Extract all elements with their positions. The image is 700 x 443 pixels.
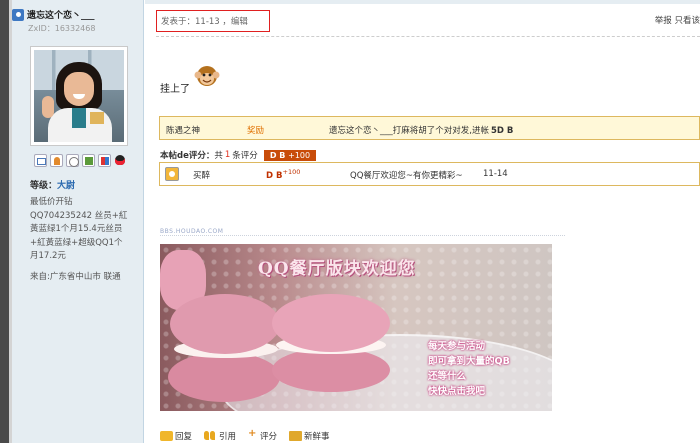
user-action-icons — [34, 154, 127, 167]
avatar-photo — [34, 50, 124, 142]
rating-badge-text: D B — [269, 150, 286, 160]
news-button[interactable]: 新鲜事 — [289, 430, 330, 442]
image-divider — [160, 235, 565, 236]
message-icon[interactable] — [34, 154, 47, 167]
rating-badge-sup: +100 — [288, 150, 311, 160]
reward-notice: 陈遇之神 奖励 遗忘这个恋丶___打麻将胡了个对对发,进帐 5D B — [159, 116, 700, 140]
reward-text: 遗忘这个恋丶___打麻将胡了个对对发,进帐 5D B — [329, 124, 513, 136]
rate-label: 评分 — [260, 432, 278, 442]
user-name-row[interactable]: 遗忘这个恋丶___ — [12, 8, 95, 21]
rater-score-value: +100 — [282, 168, 301, 176]
banner-line: 每天参与活动 — [428, 341, 486, 352]
user-zxid: ZxID：16332468 — [28, 24, 96, 33]
medal-icon[interactable] — [98, 154, 111, 167]
rater-date: 11-14 — [483, 169, 508, 179]
banner-line: 即可拿到大量的QB — [428, 356, 510, 367]
left-edge-strip — [0, 0, 12, 443]
profile-card-icon[interactable] — [82, 154, 95, 167]
news-label: 新鲜事 — [304, 432, 330, 442]
post-top-band — [145, 0, 700, 4]
post-body-text: 挂上了 — [160, 84, 190, 95]
banner-line: 快快点击我吧 — [428, 386, 486, 397]
reply-icon — [160, 431, 173, 441]
reward-giver[interactable]: 陈遇之神 — [166, 124, 200, 136]
news-icon — [289, 431, 303, 441]
quote-button[interactable]: 引用 — [204, 430, 236, 442]
avatar[interactable] — [30, 46, 128, 146]
search-icon[interactable] — [66, 154, 79, 167]
rating-prefix: 共 — [214, 151, 223, 161]
quote-label: 引用 — [219, 432, 237, 442]
reply-button[interactable]: 回复 — [160, 430, 192, 442]
rating-header: 本帖de评分： 共 1 条评分 D B +100 — [160, 149, 317, 161]
banner-text-lines: 每天参与活动 即可拿到大量的QB 还等什么 快快点击我吧 — [428, 339, 510, 399]
post-banner-image[interactable]: QQ餐厅版块欢迎您 每天参与活动 即可拿到大量的QB 还等什么 快快点击我吧 — [160, 244, 552, 411]
qq-penguin-icon[interactable] — [114, 154, 127, 167]
level-label: 等级： — [30, 181, 58, 191]
reward-label: 奖励 — [247, 126, 265, 136]
username[interactable]: 遗忘这个恋丶___ — [27, 8, 95, 21]
reply-label: 回复 — [175, 432, 193, 442]
rating-row: 买醉 D B+100 QQ餐厅欢迎您~有你更精彩~ 11-14 — [159, 162, 700, 186]
rate-button[interactable]: 评分 — [248, 428, 278, 442]
post-meta-highlight: 发表于：11-13 ，编辑 — [156, 10, 270, 32]
banner-title: QQ餐厅版块欢迎您 — [258, 259, 416, 279]
reward-desc: 遗忘这个恋丶___打麻将胡了个对对发,进帐 — [329, 126, 489, 136]
level-rank[interactable]: 大尉 — [57, 181, 75, 191]
add-friend-icon[interactable] — [50, 154, 63, 167]
post-date-edit[interactable]: 发表于：11-13 ，编辑 — [161, 15, 248, 27]
reward-amount: 5D B — [490, 126, 514, 136]
report-links[interactable]: 举报 只看该 — [655, 14, 700, 26]
quote-icon — [204, 431, 217, 441]
post-actions-bar: 回复 引用 评分 新鲜事 — [160, 428, 342, 442]
rater-reason: QQ餐厅欢迎您~有你更精彩~ — [350, 171, 463, 181]
rater-name[interactable]: 买醉 — [193, 169, 210, 181]
image-source-caption: BBS.HOUDAO.COM — [160, 228, 224, 235]
rate-plus-icon — [248, 428, 258, 441]
user-signature: 最低价开钻QQ704235242 丝员+紅黃蓝绿1个月15.4元丝员+紅黃蓝绿+… — [30, 197, 128, 261]
monkey-emoticon-icon — [194, 66, 220, 86]
user-location: 来自:广东省中山市 联通 — [30, 272, 121, 282]
rater-avatar-icon[interactable] — [165, 167, 179, 181]
rater-score: D B+100 — [266, 168, 300, 181]
rating-label: 本帖de评分： — [160, 151, 215, 161]
rating-count: 1 — [224, 150, 231, 160]
user-level: 等级：大尉 — [30, 178, 75, 191]
meta-divider — [156, 36, 700, 37]
banner-line: 还等什么 — [428, 371, 467, 382]
online-user-icon — [12, 8, 24, 21]
rater-score-unit: D B — [266, 170, 283, 181]
rating-suffix: 条评分 — [232, 151, 258, 161]
rating-total-badge: D B +100 — [263, 149, 317, 161]
